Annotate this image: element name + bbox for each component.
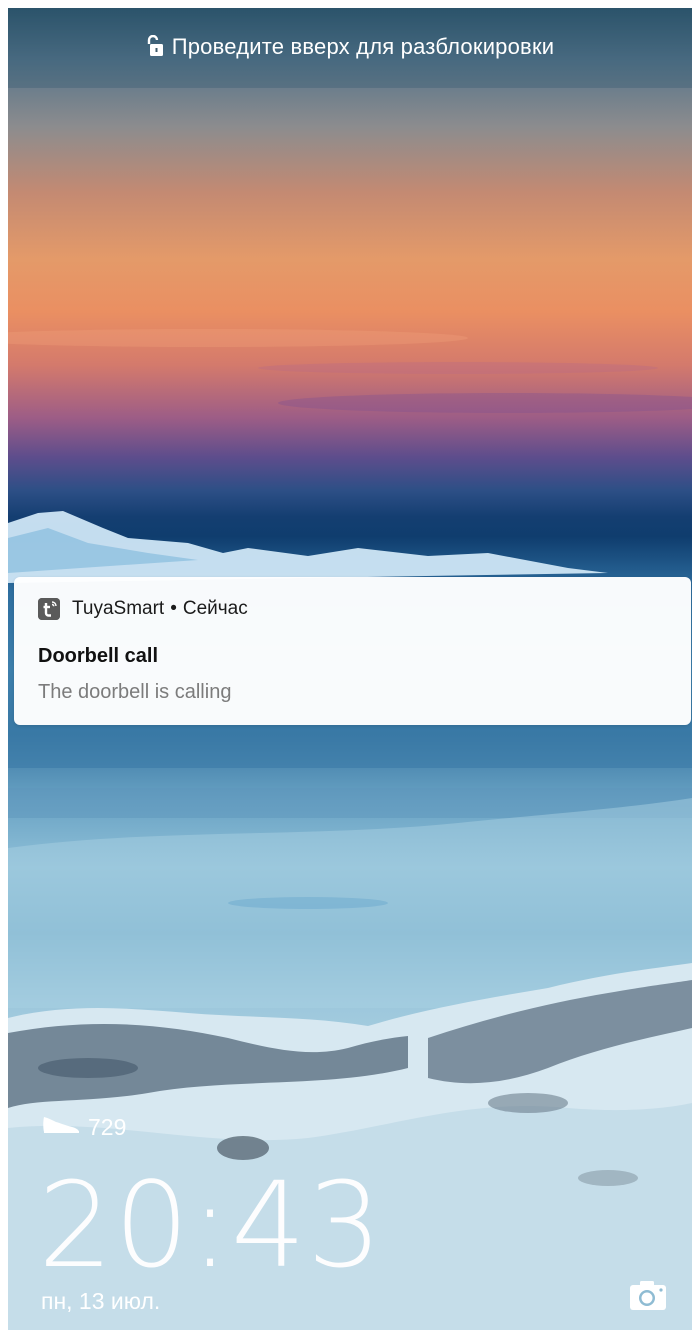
notification-separator: • <box>170 598 177 619</box>
notification-body: The doorbell is calling <box>38 681 232 703</box>
notification-title: Doorbell call <box>38 645 159 667</box>
notification-app-name: TuyaSmart <box>72 598 165 619</box>
unlock-hint-text: Проведите вверх для разблокировки <box>171 34 555 59</box>
camera-shortcut-button[interactable] <box>628 1278 668 1312</box>
camera-icon <box>630 1281 666 1310</box>
clock-time: 20:43 <box>38 1156 384 1294</box>
tuyasmart-app-icon <box>38 598 60 620</box>
step-counter: 729 <box>42 1113 126 1141</box>
notification-time: Сейчас <box>182 598 248 619</box>
shoe-icon <box>42 1113 82 1141</box>
lockscreen: Проведите вверх для разблокировки TuyaSm… <box>8 8 692 1330</box>
steps-count: 729 <box>88 1113 127 1140</box>
notification-header: TuyaSmart • Сейчас <box>38 597 248 621</box>
unlock-hint: Проведите вверх для разблокировки <box>8 34 692 63</box>
clock-date: пн, 13 июл. <box>41 1288 161 1314</box>
unlock-padlock-icon <box>146 34 164 63</box>
notification-card[interactable]: TuyaSmart • Сейчас Doorbell call The doo… <box>14 577 691 725</box>
